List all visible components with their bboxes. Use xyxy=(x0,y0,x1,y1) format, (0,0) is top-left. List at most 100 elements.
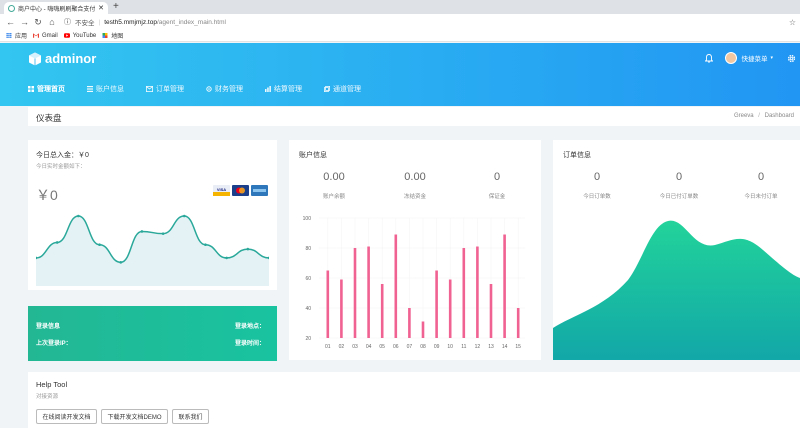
new-tab-icon[interactable]: + xyxy=(113,1,119,12)
mastercard-icon xyxy=(232,185,249,196)
envelope-icon xyxy=(146,86,153,92)
x-tick-label: 13 xyxy=(488,344,494,350)
bookmark-gmail[interactable]: Gmail xyxy=(33,33,58,39)
bookmark-star-icon[interactable]: ☆ xyxy=(789,18,796,27)
nav-finance[interactable]: 财务管理 xyxy=(206,84,243,94)
sparkline-point xyxy=(119,261,123,264)
last-ip-label: 上次登录IP： xyxy=(36,341,72,347)
user-menu[interactable]: 快捷菜单 xyxy=(741,53,767,63)
favicon-icon xyxy=(8,4,15,12)
sparkline-point xyxy=(98,243,101,246)
close-tab-icon[interactable]: ✕ xyxy=(98,4,104,12)
gmail-icon xyxy=(33,33,40,38)
x-tick-label: 03 xyxy=(352,344,358,350)
bar xyxy=(353,248,357,338)
page-title: 仪表盘 xyxy=(36,113,62,123)
x-tick-label: 14 xyxy=(502,344,508,350)
nav-account[interactable]: 账户信息 xyxy=(87,84,124,94)
chevron-down-icon[interactable]: ▾ xyxy=(770,55,773,61)
sparkline-area xyxy=(36,216,269,286)
bookmark-label: 地图 xyxy=(111,34,124,40)
bookmark-label: 应用 xyxy=(15,34,28,40)
bars-icon xyxy=(265,86,271,92)
nav-label: 通道管理 xyxy=(333,86,361,93)
y-tick-label: 100 xyxy=(303,216,312,222)
page-title-bar: 仪表盘 Greeva / Dashboard xyxy=(28,107,800,126)
nav-settlement[interactable]: 结算管理 xyxy=(265,84,302,94)
settings-gear-icon[interactable] xyxy=(787,54,796,63)
list-icon xyxy=(87,86,93,92)
bookmark-youtube[interactable]: YouTube xyxy=(63,32,97,39)
stat-unpaid-today: 0 今日未付订单 xyxy=(731,171,791,200)
sparkline-point xyxy=(140,230,144,233)
bar xyxy=(516,308,520,338)
browser-tab-title: 商户中心 - 嗨嗨刷刷聚合支付系统 xyxy=(18,6,96,13)
nav-orders[interactable]: 订单管理 xyxy=(146,84,184,94)
stat-value: 0 xyxy=(675,171,683,183)
bar xyxy=(340,279,343,338)
bar-chart: 100 80 60 40 20 01 02 03 04 05 06 07 08 09 10 11 12 13 14 1… xyxy=(303,216,525,350)
contact-us-button[interactable]: 联系我们 xyxy=(172,409,209,424)
avatar[interactable] xyxy=(725,52,738,64)
forward-icon[interactable]: → xyxy=(20,17,29,27)
bookmark-apps[interactable]: 应用 xyxy=(6,31,27,40)
order-area-shape xyxy=(553,220,800,360)
bar xyxy=(435,270,438,338)
x-tick-label: 01 xyxy=(325,344,331,350)
sparkline-point xyxy=(55,241,59,244)
order-title: 订单信息 xyxy=(563,152,591,159)
apps-grid-icon xyxy=(6,33,12,38)
login-time-label: 登录时间： xyxy=(234,341,265,347)
sparkline-point xyxy=(204,243,207,246)
grid-icon xyxy=(28,86,34,92)
breadcrumb: Greeva / Dashboard xyxy=(734,113,794,119)
back-icon[interactable]: ← xyxy=(6,17,15,27)
insecure-label: 不安全 xyxy=(75,20,95,27)
reload-icon[interactable]: ↻ xyxy=(34,17,42,28)
stat-value: 0 xyxy=(493,171,501,183)
nav-label: 账户信息 xyxy=(96,86,124,93)
logo[interactable]: adminor xyxy=(28,51,96,66)
breadcrumb-home[interactable]: Greeva xyxy=(734,113,754,119)
y-tick-label: 80 xyxy=(305,246,311,252)
address-input[interactable]: ⓘ 不安全 | testh5.mmjmjz.top/agent_index_ma… xyxy=(64,16,789,28)
bar xyxy=(448,279,452,338)
help-subtitle: 对接资源 xyxy=(36,394,59,400)
y-tick-label: 20 xyxy=(305,336,311,342)
login-info-card: 登录信息 登录地点： 上次登录IP： 登录时间： xyxy=(28,306,277,361)
top-nav: 管理首页 账户信息 订单管理 财务管理 结算管理 通道管理 xyxy=(28,84,383,94)
order-card: 订单信息 0 今日订单数 0 今日已付订单数 0 今日未付订单 xyxy=(553,140,800,360)
svg-text:VISA: VISA xyxy=(217,187,226,192)
sparkline-point xyxy=(161,232,165,235)
stat-label: 今日订单数 xyxy=(583,194,611,200)
download-demo-button[interactable]: 下载开发文档DEMO xyxy=(101,409,168,424)
visa-card-icon: VISA xyxy=(213,185,230,196)
stat-label: 账户余额 xyxy=(322,194,345,200)
stat-value: 0.00 xyxy=(323,171,345,183)
stat-label: 今日已付订单数 xyxy=(659,194,699,200)
login-info-label: 登录信息 xyxy=(36,324,61,330)
income-title: 今日总入金：￥0 xyxy=(36,152,89,159)
sparkline-point xyxy=(246,247,250,251)
browser-tab[interactable]: 商户中心 - 嗨嗨刷刷聚合支付系统 ✕ xyxy=(4,2,108,14)
address-separator: | xyxy=(98,18,101,26)
info-icon[interactable]: ⓘ xyxy=(64,17,71,27)
stat-orders-today: 0 今日订单数 xyxy=(567,171,627,200)
x-tick-label: 06 xyxy=(393,344,399,350)
app-header: adminor 管理首页 账户信息 订单管理 财务管理 结算管理 通道管理 快捷… xyxy=(0,43,800,106)
nav-dashboard[interactable]: 管理首页 xyxy=(28,84,65,94)
stat-value: 0 xyxy=(757,171,765,183)
bookmark-maps[interactable]: 地图 xyxy=(102,31,123,40)
nav-label: 结算管理 xyxy=(274,86,302,93)
account-card: 账户信息 0.00 账户余额 0.00 冻结资金 0 保证金 100 80 60 40… xyxy=(289,140,541,360)
nav-channel[interactable]: 通道管理 xyxy=(324,84,361,94)
breadcrumb-current: Dashboard xyxy=(764,113,794,119)
breadcrumb-separator: / xyxy=(758,113,760,119)
nav-label: 订单管理 xyxy=(156,86,184,93)
bar xyxy=(394,234,398,338)
bell-icon[interactable] xyxy=(705,53,714,63)
read-docs-button[interactable]: 在线阅读开发文档 xyxy=(36,409,97,424)
home-icon[interactable]: ⌂ xyxy=(48,17,56,27)
bookmark-label: YouTube xyxy=(72,32,97,39)
x-tick-label: 05 xyxy=(379,344,385,350)
